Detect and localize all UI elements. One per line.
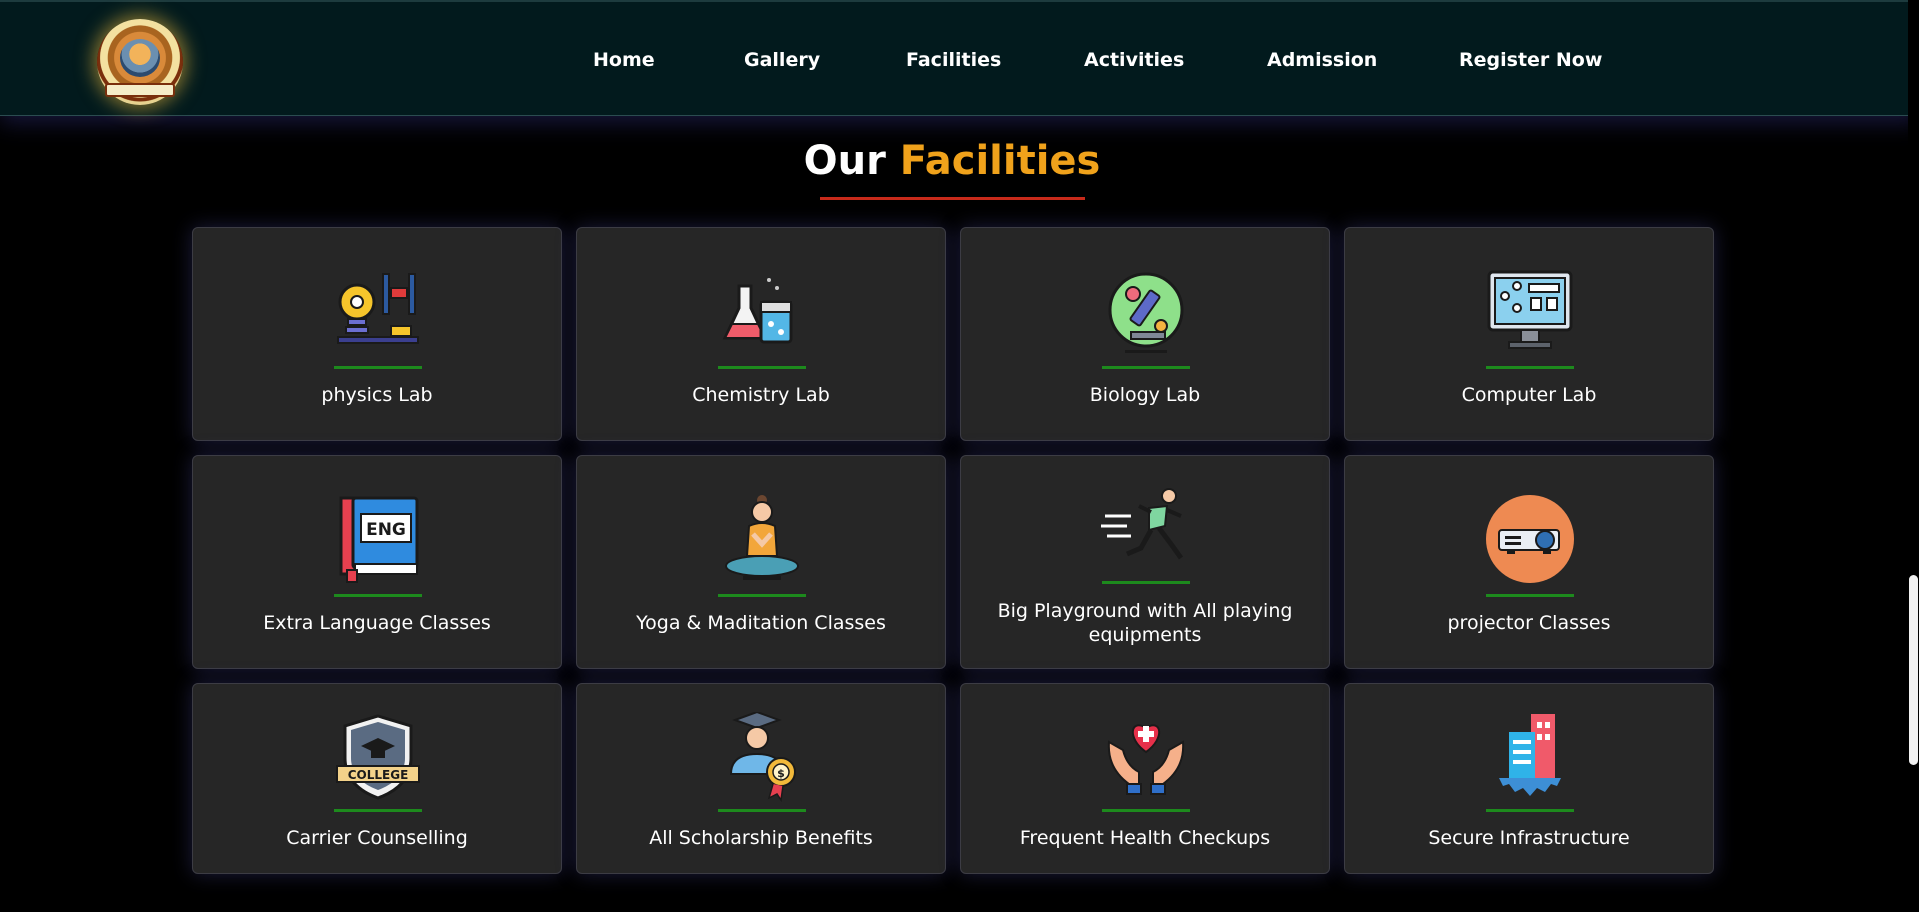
building-infrastructure-icon	[1499, 714, 1561, 796]
card-divider	[334, 594, 422, 597]
section-title: Our Facilities	[0, 138, 1904, 184]
facility-card-physics-lab[interactable]: physics Lab	[192, 227, 562, 441]
facility-card-carrier-counselling[interactable]: COLLEGE Carrier Counselling	[192, 683, 562, 874]
computer-monitor-icon	[1487, 270, 1573, 349]
section-title-accent: Facilities	[899, 138, 1101, 184]
biology-microscope-icon	[1108, 272, 1184, 353]
card-divider	[718, 594, 806, 597]
card-divider	[718, 809, 806, 812]
nav-link-register-now[interactable]: Register Now	[1459, 49, 1602, 71]
facility-card-yoga-meditation-classes[interactable]: Yoga & Maditation Classes	[576, 455, 946, 669]
facility-card-chemistry-lab[interactable]: Chemistry Lab	[576, 227, 946, 441]
facility-label: All Scholarship Benefits	[649, 827, 873, 849]
facility-card-extra-language-classes[interactable]: ENG Extra Language Classes	[192, 455, 562, 669]
nav-links: Home Gallery Facilities Activities Admis…	[0, 2, 1919, 118]
scholarship-graduate-icon: $	[729, 712, 796, 802]
facility-label: Big Playground with All playing equipmen…	[997, 600, 1293, 646]
facility-card-big-playground[interactable]: Big Playground with All playing equipmen…	[960, 455, 1330, 669]
physics-lab-icon	[337, 273, 419, 344]
facility-card-all-scholarship-benefits[interactable]: $ All Scholarship Benefits	[576, 683, 946, 874]
facility-card-biology-lab[interactable]: Biology Lab	[960, 227, 1330, 441]
card-divider	[1486, 594, 1574, 597]
facility-label: Frequent Health Checkups	[1019, 827, 1271, 849]
svg-text:ENG: ENG	[366, 520, 406, 540]
card-divider	[1102, 366, 1190, 369]
facility-label: physics Lab	[321, 384, 433, 406]
facility-label: Biology Lab	[1089, 384, 1201, 406]
projector-icon	[1486, 495, 1574, 583]
running-person-icon	[1101, 488, 1184, 560]
facility-card-secure-infrastructure[interactable]: Secure Infrastructure	[1344, 683, 1714, 874]
nav-link-facilities[interactable]: Facilities	[906, 49, 1001, 71]
svg-text:COLLEGE: COLLEGE	[348, 768, 409, 782]
facility-label: Carrier Counselling	[286, 827, 468, 849]
language-book-icon: ENG	[339, 496, 419, 583]
title-underline	[820, 197, 1085, 200]
facility-label: projector Classes	[1447, 612, 1611, 634]
facility-card-computer-lab[interactable]: Computer Lab	[1344, 227, 1714, 441]
card-divider	[718, 366, 806, 369]
facility-label: Chemistry Lab	[692, 384, 830, 406]
facility-label: Computer Lab	[1461, 384, 1597, 406]
facility-label: Secure Infrastructure	[1428, 827, 1630, 849]
card-divider	[1486, 366, 1574, 369]
nav-link-home[interactable]: Home	[593, 49, 655, 71]
health-heart-hands-icon	[1107, 724, 1185, 795]
card-divider	[334, 809, 422, 812]
facility-card-projector-classes[interactable]: projector Classes	[1344, 455, 1714, 669]
card-divider	[1486, 809, 1574, 812]
navbar: Home Gallery Facilities Activities Admis…	[0, 0, 1919, 116]
chemistry-flask-icon	[722, 278, 793, 344]
card-divider	[334, 366, 422, 369]
nav-link-gallery[interactable]: Gallery	[744, 49, 820, 71]
facility-label: Yoga & Maditation Classes	[636, 612, 886, 634]
yoga-meditation-icon	[725, 495, 799, 580]
college-badge-icon: COLLEGE	[336, 714, 420, 800]
svg-text:$: $	[777, 767, 785, 780]
facility-card-frequent-health-checkups[interactable]: Frequent Health Checkups	[960, 683, 1330, 874]
facility-label: Extra Language Classes	[263, 612, 491, 634]
scrollbar-thumb[interactable]	[1909, 575, 1918, 765]
nav-link-activities[interactable]: Activities	[1084, 49, 1184, 71]
card-divider	[1102, 581, 1190, 584]
nav-link-admission[interactable]: Admission	[1267, 49, 1377, 71]
scrollbar[interactable]	[1908, 0, 1919, 912]
card-divider	[1102, 809, 1190, 812]
section-title-main: Our	[803, 138, 886, 184]
